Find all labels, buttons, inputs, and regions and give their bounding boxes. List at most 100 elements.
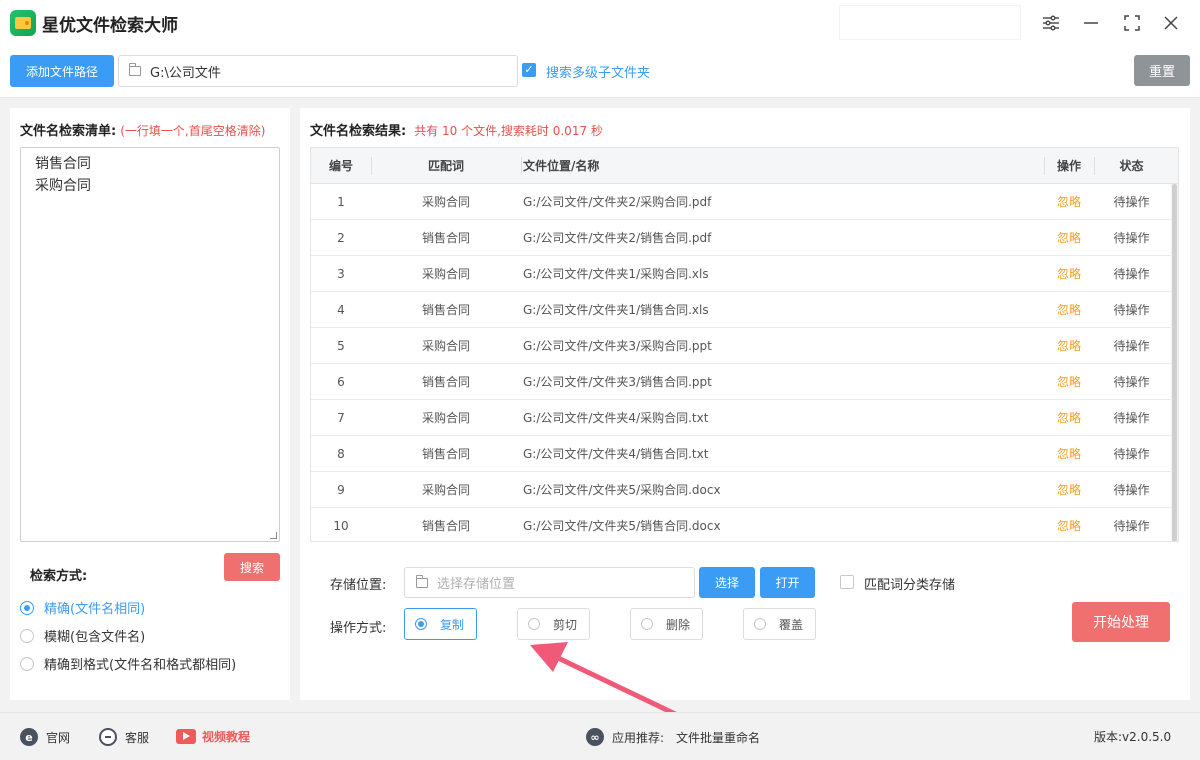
keyword-line: 销售合同 [35,156,91,172]
column-header-path: 文件位置/名称 [521,148,1044,183]
radio-icon[interactable] [528,618,540,630]
ie-icon: e [20,728,38,746]
results-title: 文件名检索结果: 共有 10 个文件,搜索耗时 0.017 秒 [310,120,603,139]
row-status: 待操作 [1113,411,1150,425]
support-link[interactable]: 客服 [99,728,149,746]
row-number: 7 [337,410,345,425]
row-file-path: G:/公司文件/文件夹2/采购合同.pdf [523,195,712,209]
row-status: 待操作 [1113,339,1150,353]
row-match-word: 销售合同 [421,303,470,317]
row-status: 待操作 [1113,519,1150,533]
subfolder-checkbox-label[interactable]: 搜索多级子文件夹 [546,62,650,81]
search-button[interactable]: 搜索 [224,553,280,581]
title-bar: 星优文件检索大师 [0,0,1200,46]
row-status: 待操作 [1113,447,1150,461]
row-file-path: G:/公司文件/文件夹3/销售合同.ppt [523,375,712,389]
results-panel: 文件名检索结果: 共有 10 个文件,搜索耗时 0.017 秒 编号 匹配词 文件… [300,108,1190,700]
radio-icon[interactable] [20,628,34,643]
op-copy-label: 复制 [440,617,465,632]
row-match-word: 采购合同 [421,339,470,353]
mode-exact-format[interactable]: 精确到格式(文件名和格式都相同) [20,654,236,673]
row-ignore-action[interactable]: 忽略 [1044,184,1094,219]
table-row: 4 销售合同 G:/公司文件/文件夹1/销售合同.xls 忽略 待操作 [311,292,1178,328]
choose-button[interactable]: 选择 [699,567,755,598]
mode-fuzzy[interactable]: 模糊(包含文件名) [20,626,145,645]
video-tutorial-link[interactable]: 视频教程 [176,728,250,745]
classify-label[interactable]: 匹配词分类存储 [864,574,955,593]
radio-icon[interactable] [754,618,766,630]
video-icon [176,729,196,744]
row-ignore-action[interactable]: 忽略 [1044,400,1094,435]
table-body: 1 采购合同 G:/公司文件/文件夹2/采购合同.pdf 忽略 待操作 2 销售合同 G:/公… [311,184,1178,541]
table-scrollbar[interactable] [1171,184,1178,541]
app-recommend[interactable]: ∞ 应用推荐: 文件批量重命名 [586,728,760,746]
row-number: 1 [337,194,345,209]
radio-icon[interactable] [20,600,34,615]
row-file-path: G:/公司文件/文件夹4/采购合同.txt [523,411,709,425]
mode-exact[interactable]: 精确(文件名相同) [20,598,145,617]
op-overwrite[interactable]: 覆盖 [743,608,816,640]
resize-grip-icon[interactable] [270,532,277,539]
row-ignore-action[interactable]: 忽略 [1044,364,1094,399]
keyword-textarea[interactable]: 销售合同 采购合同 [20,147,280,542]
path-input[interactable]: G:\公司文件 [118,55,518,87]
folder-icon [129,63,141,76]
row-match-word: 销售合同 [421,375,470,389]
table-row: 1 采购合同 G:/公司文件/文件夹2/采购合同.pdf 忽略 待操作 [311,184,1178,220]
path-value: G:\公司文件 [150,65,221,81]
reset-button[interactable]: 重置 [1134,55,1190,86]
website-link[interactable]: e 官网 [20,728,70,746]
results-title-text: 文件名检索结果: [310,124,407,139]
row-match-word: 采购合同 [421,483,470,497]
results-table: 编号 匹配词 文件位置/名称 操作 状态 1 采购合同 G:/公司文件/文件夹2/采… [310,147,1179,542]
row-status: 待操作 [1113,303,1150,317]
app-logo-icon [10,10,36,36]
table-row: 2 销售合同 G:/公司文件/文件夹2/销售合同.pdf 忽略 待操作 [311,220,1178,256]
mode-exact-format-label: 精确到格式(文件名和格式都相同) [44,658,237,673]
row-ignore-action[interactable]: 忽略 [1044,256,1094,291]
close-icon[interactable] [1158,10,1184,36]
row-status: 待操作 [1113,195,1150,209]
radio-icon[interactable] [641,618,653,630]
row-ignore-action[interactable]: 忽略 [1044,220,1094,255]
minimize-icon[interactable] [1078,10,1104,36]
row-ignore-action[interactable]: 忽略 [1044,292,1094,327]
row-number: 4 [337,302,345,317]
row-ignore-action[interactable]: 忽略 [1044,436,1094,471]
keyword-panel: 文件名检索清单: (一行填一个,首尾空格清除) 销售合同 采购合同 检索方式: 搜… [10,108,290,700]
op-delete-label: 删除 [666,617,691,632]
settings-icon[interactable] [1038,10,1064,36]
recommend-prefix: 应用推荐: [612,730,665,745]
radio-icon[interactable] [415,618,427,630]
table-row: 9 采购合同 G:/公司文件/文件夹5/采购合同.docx 忽略 待操作 [311,472,1178,508]
row-ignore-action[interactable]: 忽略 [1044,328,1094,363]
row-ignore-action[interactable]: 忽略 [1044,508,1094,541]
row-number: 9 [337,482,345,497]
subfolder-checkbox[interactable]: ✓ [522,63,536,77]
search-mode-title: 检索方式: [30,569,88,584]
keyword-list-title-text: 文件名检索清单: [20,124,117,139]
scrollbar-thumb[interactable] [1172,184,1177,541]
op-delete[interactable]: 删除 [630,608,703,640]
row-file-path: G:/公司文件/文件夹3/采购合同.ppt [523,339,712,353]
toolbar: 添加文件路径 G:\公司文件 ✓ 搜索多级子文件夹 重置 [0,46,1200,98]
op-copy[interactable]: 复制 [404,608,477,640]
column-header-action: 操作 [1044,148,1094,183]
status-bar: e 官网 客服 视频教程 ∞ 应用推荐: 文件批量重命名 版本:v2.0.5.0 [0,712,1200,760]
open-button[interactable]: 打开 [760,567,815,598]
classify-checkbox[interactable] [840,575,854,589]
row-file-path: G:/公司文件/文件夹5/采购合同.docx [523,483,721,497]
store-location-input[interactable]: 选择存储位置 [404,567,695,598]
row-match-word: 采购合同 [421,195,470,209]
link-icon: ∞ [586,728,604,746]
row-status: 待操作 [1113,483,1150,497]
op-cut[interactable]: 剪切 [517,608,590,640]
add-path-button[interactable]: 添加文件路径 [10,55,114,87]
column-header-no: 编号 [328,159,353,173]
radio-icon[interactable] [20,656,34,671]
start-process-button[interactable]: 开始处理 [1072,602,1170,642]
row-file-path: G:/公司文件/文件夹4/销售合同.txt [523,447,709,461]
maximize-icon[interactable] [1119,10,1145,36]
row-ignore-action[interactable]: 忽略 [1044,472,1094,507]
recommend-app-name: 文件批量重命名 [676,730,761,745]
